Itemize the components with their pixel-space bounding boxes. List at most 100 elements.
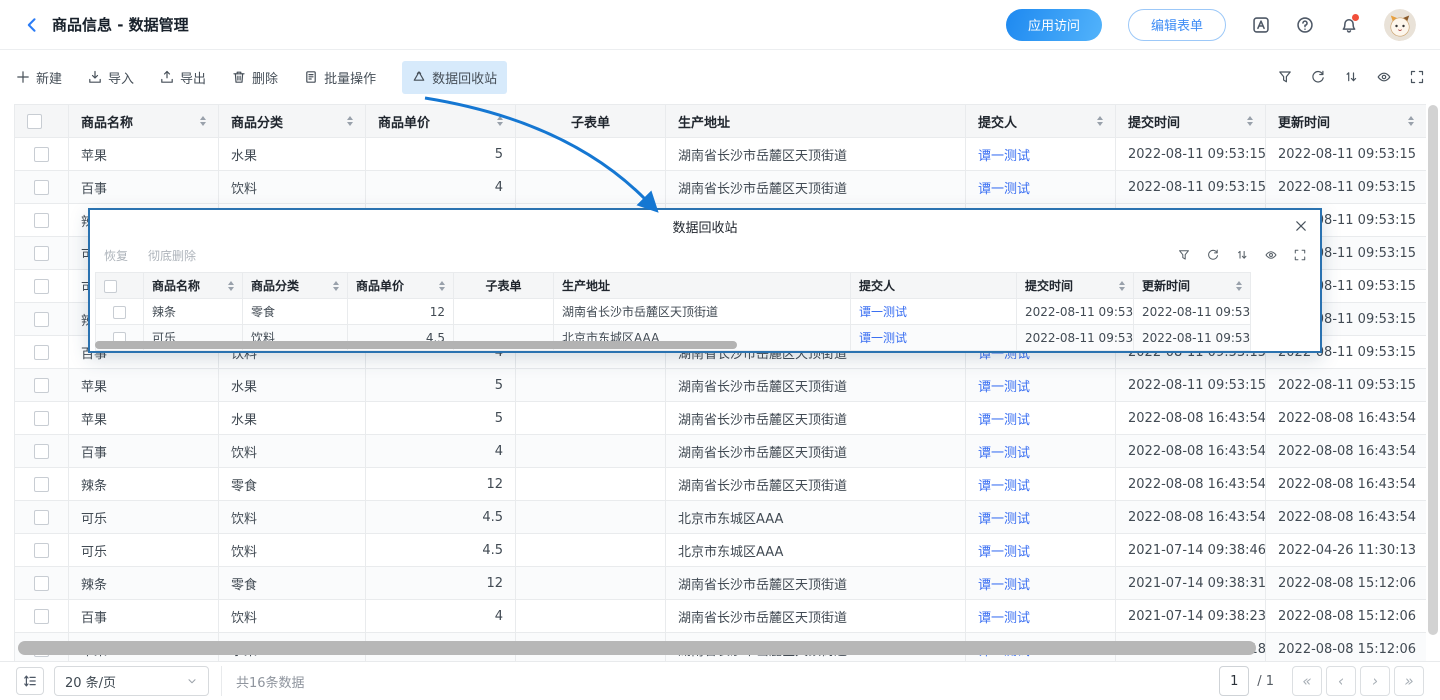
last-page-button[interactable] <box>1394 666 1424 696</box>
column-header-submitter[interactable]: 提交人 <box>966 105 1116 138</box>
edit-form-button[interactable]: 编辑表单 <box>1128 9 1226 41</box>
filter-icon[interactable] <box>1178 249 1190 261</box>
sort-icon[interactable] <box>497 116 503 126</box>
row-checkbox[interactable] <box>34 345 49 360</box>
refresh-icon[interactable] <box>1207 249 1219 261</box>
cell-submitter: 谭一测试 <box>966 600 1116 633</box>
column-header-name[interactable]: 商品名称 <box>69 105 219 138</box>
column-header-submit_time[interactable]: 提交时间 <box>1017 273 1134 299</box>
column-header-update_time[interactable]: 更新时间 <box>1134 273 1251 299</box>
table-row: 可乐饮料4.5北京市东城区AAA谭一测试2021-07-14 09:38:462… <box>15 534 1427 567</box>
close-icon[interactable] <box>1294 219 1308 233</box>
refresh-icon[interactable] <box>1311 70 1325 84</box>
restore-button[interactable]: 恢复 <box>104 247 128 264</box>
row-checkbox[interactable] <box>34 543 49 558</box>
cat-avatar-image <box>1384 9 1416 41</box>
column-header-subform[interactable]: 子表单 <box>516 105 666 138</box>
modal-tool-icons <box>1178 249 1306 261</box>
fullscreen-icon[interactable] <box>1410 70 1424 84</box>
visibility-icon[interactable] <box>1265 249 1277 261</box>
sort-icon[interactable] <box>1236 281 1242 291</box>
row-checkbox[interactable] <box>34 444 49 459</box>
sort-icon[interactable] <box>1408 116 1414 126</box>
row-height-button[interactable] <box>16 667 44 695</box>
export-button[interactable]: 导出 <box>160 68 206 87</box>
batch-operation-button[interactable]: 批量操作 <box>304 68 376 87</box>
prev-page-button[interactable] <box>1326 666 1356 696</box>
sort-icon[interactable] <box>1097 116 1103 126</box>
column-header-price[interactable]: 商品单价 <box>348 273 454 299</box>
row-checkbox[interactable] <box>34 279 49 294</box>
sort-icon[interactable] <box>228 281 234 291</box>
sort-icon[interactable] <box>439 281 445 291</box>
submitter-link[interactable]: 谭一测试 <box>978 380 1030 395</box>
sort-icon[interactable] <box>347 116 353 126</box>
column-header-address[interactable]: 生产地址 <box>666 105 966 138</box>
sort-icon[interactable] <box>1119 281 1125 291</box>
language-icon[interactable] <box>1252 16 1270 34</box>
column-header-category[interactable]: 商品分类 <box>219 105 366 138</box>
row-checkbox[interactable] <box>34 312 49 327</box>
row-checkbox[interactable] <box>34 213 49 228</box>
submitter-link[interactable]: 谭一测试 <box>978 611 1030 626</box>
page-size-select[interactable]: 20 条/页 <box>54 666 209 696</box>
submitter-link[interactable]: 谭一测试 <box>978 512 1030 527</box>
column-header-update_time[interactable]: 更新时间 <box>1266 105 1427 138</box>
submitter-link[interactable]: 谭一测试 <box>978 182 1030 197</box>
row-checkbox[interactable] <box>113 306 126 319</box>
row-checkbox[interactable] <box>34 378 49 393</box>
submitter-link[interactable]: 谭一测试 <box>859 331 907 345</box>
column-header-submitter[interactable]: 提交人 <box>851 273 1017 299</box>
row-checkbox[interactable] <box>34 576 49 591</box>
delete-button[interactable]: 删除 <box>232 68 278 87</box>
purge-button[interactable]: 彻底删除 <box>148 247 196 264</box>
select-all-checkbox[interactable] <box>104 280 117 293</box>
sort-icon[interactable] <box>333 281 339 291</box>
first-page-button[interactable] <box>1292 666 1322 696</box>
row-checkbox[interactable] <box>34 147 49 162</box>
avatar[interactable] <box>1384 9 1416 41</box>
select-all-checkbox[interactable] <box>27 114 42 129</box>
new-button[interactable]: 新建 <box>16 68 62 87</box>
visibility-icon[interactable] <box>1377 70 1391 84</box>
column-label: 提交时间 <box>1025 277 1073 294</box>
notification-icon[interactable] <box>1340 16 1358 34</box>
submitter-link[interactable]: 谭一测试 <box>978 446 1030 461</box>
submitter-link[interactable]: 谭一测试 <box>978 479 1030 494</box>
submitter-link[interactable]: 谭一测试 <box>978 149 1030 164</box>
current-page-input[interactable]: 1 <box>1219 666 1249 696</box>
column-header-address[interactable]: 生产地址 <box>554 273 851 299</box>
row-checkbox[interactable] <box>34 411 49 426</box>
vertical-scrollbar[interactable] <box>1428 105 1438 635</box>
row-checkbox[interactable] <box>34 477 49 492</box>
column-header-category[interactable]: 商品分类 <box>243 273 348 299</box>
row-checkbox[interactable] <box>34 246 49 261</box>
back-button[interactable] <box>24 17 40 33</box>
help-icon[interactable] <box>1296 16 1314 34</box>
horizontal-scrollbar[interactable] <box>18 641 1256 655</box>
import-button[interactable]: 导入 <box>88 68 134 87</box>
sort-icon[interactable] <box>200 116 206 126</box>
submitter-link[interactable]: 谭一测试 <box>978 578 1030 593</box>
data-table: 商品名称商品分类商品单价子表单生产地址提交人提交时间更新时间 苹果水果5湖南省长… <box>14 104 1426 661</box>
next-page-button[interactable] <box>1360 666 1390 696</box>
row-checkbox[interactable] <box>34 180 49 195</box>
sort-order-icon[interactable] <box>1236 249 1248 261</box>
recycle-bin-button[interactable]: 数据回收站 <box>402 61 507 94</box>
row-checkbox[interactable] <box>34 609 49 624</box>
column-header-name[interactable]: 商品名称 <box>144 273 243 299</box>
submitter-link[interactable]: 谭一测试 <box>978 545 1030 560</box>
column-label: 提交时间 <box>1128 112 1180 131</box>
row-checkbox[interactable] <box>34 510 49 525</box>
submitter-link[interactable]: 谭一测试 <box>859 305 907 319</box>
app-access-button[interactable]: 应用访问 <box>1006 9 1102 41</box>
modal-horizontal-scrollbar[interactable] <box>95 341 737 349</box>
column-header-price[interactable]: 商品单价 <box>366 105 516 138</box>
sort-order-icon[interactable] <box>1344 70 1358 84</box>
sort-icon[interactable] <box>1247 116 1253 126</box>
column-header-subform[interactable]: 子表单 <box>454 273 554 299</box>
column-header-submit_time[interactable]: 提交时间 <box>1116 105 1266 138</box>
submitter-link[interactable]: 谭一测试 <box>978 413 1030 428</box>
fullscreen-icon[interactable] <box>1294 249 1306 261</box>
filter-icon[interactable] <box>1278 70 1292 84</box>
